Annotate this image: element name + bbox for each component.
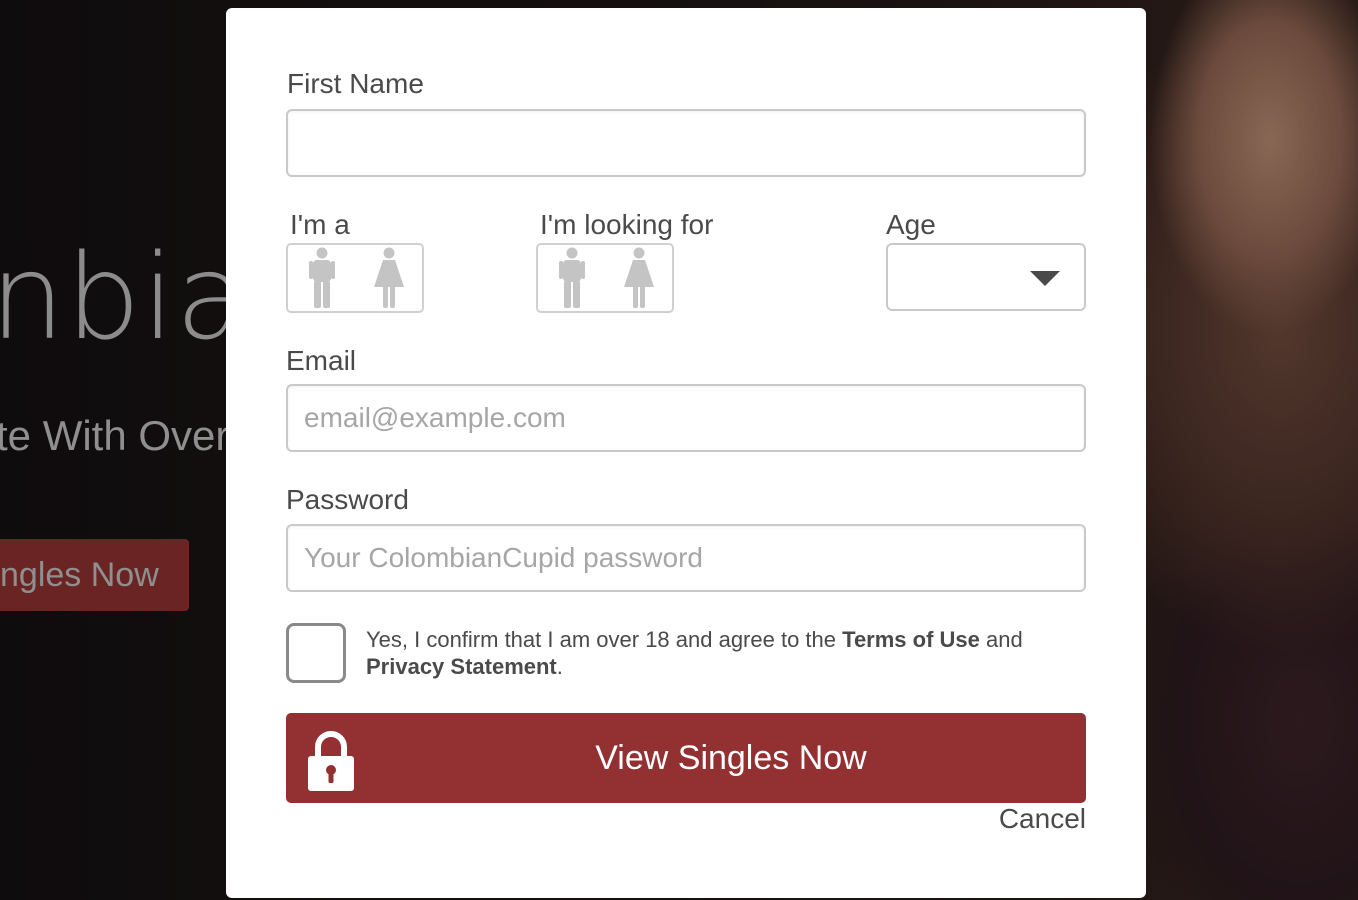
consent-text: Yes, I confirm that I am over 18 and agr…: [366, 626, 1066, 680]
background-cta-button: ngles Now: [0, 539, 189, 611]
seeking-label: I'm looking for: [540, 209, 714, 240]
age-select[interactable]: [886, 243, 1086, 311]
background-subheadline: te With Over: [0, 412, 230, 459]
cancel-link[interactable]: Cancel: [999, 803, 1086, 835]
consent-middle: and: [979, 627, 1023, 652]
female-icon: [373, 247, 404, 308]
seeking-option-female[interactable]: [605, 245, 672, 311]
view-singles-label: View Singles Now: [595, 739, 867, 777]
signup-modal: First Name I'm a I'm looking for Age Ema…: [226, 8, 1146, 898]
gender-label: I'm a: [290, 209, 350, 240]
email-label: Email: [286, 345, 357, 376]
view-singles-button[interactable]: View Singles Now: [286, 713, 1086, 803]
seeking-option-male[interactable]: [538, 245, 605, 311]
password-label: Password: [286, 484, 409, 515]
gender-option-male[interactable]: [288, 245, 355, 311]
chevron-down-icon: [1030, 271, 1060, 286]
password-input[interactable]: [286, 524, 1086, 592]
terms-of-use-link[interactable]: Terms of Use: [842, 627, 980, 652]
email-input[interactable]: [286, 384, 1086, 452]
age-label: Age: [886, 209, 936, 240]
consent-suffix: .: [556, 654, 563, 679]
consent-checkbox[interactable]: [286, 623, 346, 683]
male-icon: [308, 247, 335, 308]
female-icon: [623, 247, 654, 308]
first-name-input[interactable]: [286, 109, 1086, 177]
male-icon: [558, 247, 585, 308]
consent-prefix: Yes, I confirm that I am over 18 and agr…: [366, 627, 843, 652]
seeking-selector: [536, 243, 674, 313]
privacy-statement-link[interactable]: Privacy Statement: [366, 654, 557, 679]
first-name-label: First Name: [287, 68, 424, 99]
gender-selector: [286, 243, 424, 313]
gender-option-female[interactable]: [355, 245, 422, 311]
